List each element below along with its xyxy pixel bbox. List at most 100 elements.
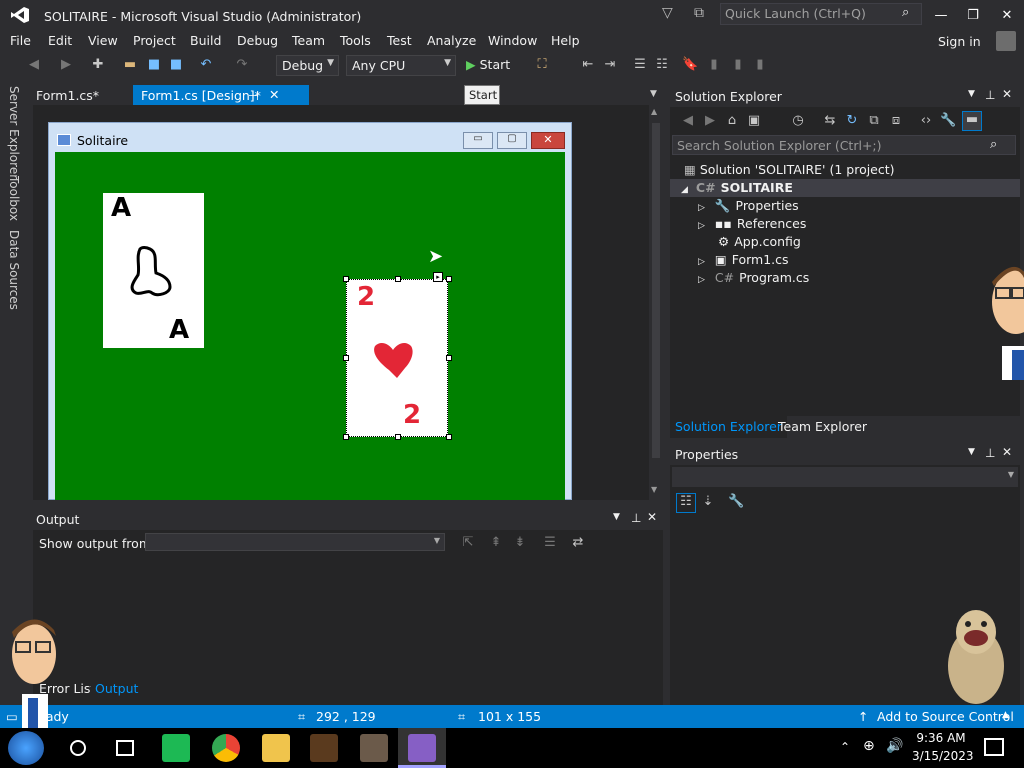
start-menu-icon[interactable] [8, 731, 44, 765]
menu-team[interactable]: Team [292, 33, 325, 48]
tab-form1-design[interactable]: Form1.cs [Design]* ⊣ ✕ [133, 85, 309, 105]
step-over-icon[interactable]: ⇥ [602, 57, 618, 73]
step-into-icon[interactable]: ⇤ [580, 57, 596, 73]
volume-icon[interactable]: 🔊 [886, 738, 903, 754]
quick-launch-input[interactable]: Quick Launch (Ctrl+Q) [720, 3, 922, 25]
taskbar-date[interactable]: 3/15/2023 [912, 749, 974, 763]
menu-tools[interactable]: Tools [340, 33, 371, 48]
notifications-icon[interactable] [984, 738, 1004, 756]
form-maximize-button[interactable]: ▢ [497, 132, 527, 149]
add-to-source-control-button[interactable]: Add to Source Control [877, 709, 1014, 724]
resize-handle-se[interactable] [446, 434, 452, 440]
menu-test[interactable]: Test [387, 33, 412, 48]
scroll-down-icon[interactable]: ▼ [651, 485, 657, 494]
uncomment-icon[interactable]: ☷ [654, 57, 670, 73]
tree-item-references[interactable]: ▷ ▪▪ References [698, 216, 806, 231]
form-minimize-button[interactable]: ▭ [463, 132, 493, 149]
scrollbar-thumb[interactable] [652, 123, 660, 458]
menu-project[interactable]: Project [133, 33, 176, 48]
menu-view[interactable]: View [88, 33, 118, 48]
comment-icon[interactable]: ☰ [632, 57, 648, 73]
home-icon[interactable]: ⌂ [724, 113, 740, 129]
back-icon[interactable]: ◀ [26, 57, 42, 73]
forward-icon[interactable]: ▶ [58, 57, 74, 73]
preview-selected-icon[interactable]: ▬ [962, 111, 982, 131]
pending-changes-icon[interactable]: ◷ [790, 113, 806, 129]
menu-build[interactable]: Build [190, 33, 221, 48]
props-dropdown-icon[interactable]: ▼ [968, 447, 975, 457]
start-debugging-button[interactable]: ▶ Start [462, 55, 520, 76]
resize-handle-w[interactable] [343, 355, 349, 361]
menu-debug[interactable]: Debug [237, 33, 278, 48]
menu-analyze[interactable]: Analyze [427, 33, 476, 48]
next-bookmark-icon[interactable]: ▮ [730, 57, 746, 73]
file-explorer-icon[interactable] [262, 734, 290, 762]
tree-item-app-config[interactable]: ⚙ App.config [718, 234, 801, 249]
resize-handle-s[interactable] [395, 434, 401, 440]
pin-icon[interactable]: ⊣ [248, 88, 259, 103]
resize-handle-sw[interactable] [343, 434, 349, 440]
menu-file[interactable]: File [10, 33, 31, 48]
object-selector[interactable]: ▼ [672, 467, 1018, 487]
tray-overflow-icon[interactable]: ⌃ [840, 740, 850, 754]
sync-icon[interactable]: ⇆ [822, 113, 838, 129]
redo-icon[interactable]: ↷ [234, 57, 250, 73]
visual-studio-taskbar-button[interactable] [398, 728, 446, 768]
tree-item-form1[interactable]: ▷ ▣ Form1.cs [698, 252, 789, 267]
solution-explorer-search[interactable]: Search Solution Explorer (Ctrl+;) [672, 135, 1016, 155]
game-app-icon[interactable] [310, 734, 338, 762]
media-app-icon[interactable] [360, 734, 388, 762]
resize-handle-e[interactable] [446, 355, 452, 361]
tab-output[interactable]: Output [91, 679, 143, 699]
tree-item-properties[interactable]: ▷ 🔧 Properties [698, 198, 799, 214]
minimize-button[interactable]: — [926, 4, 956, 26]
smart-tag-icon[interactable]: ▸ [433, 272, 443, 282]
tab-overflow-icon[interactable]: ▼ [650, 89, 657, 99]
search-icon[interactable]: ⌕ [902, 5, 909, 20]
resize-handle-n[interactable] [395, 276, 401, 282]
se-forward-icon[interactable]: ▶ [702, 113, 718, 129]
designer-vertical-scrollbar[interactable]: ▲ ▼ [649, 105, 663, 500]
next-message-icon[interactable]: ⇟ [512, 535, 528, 551]
props-pin-icon[interactable]: ⊥ [985, 446, 995, 460]
prev-message-icon[interactable]: ⇞ [488, 535, 504, 551]
resize-handle-nw[interactable] [343, 276, 349, 282]
spotify-icon[interactable] [162, 734, 190, 762]
properties-wrench-icon[interactable]: 🔧 [940, 113, 956, 129]
undo-icon[interactable]: ↶ [198, 57, 214, 73]
sign-in-link[interactable]: Sign in [938, 34, 981, 49]
account-avatar-icon[interactable] [996, 31, 1016, 51]
view-code-icon[interactable]: ‹› [918, 113, 934, 129]
output-close-icon[interactable]: ✕ [647, 510, 657, 524]
se-close-icon[interactable]: ✕ [1002, 87, 1012, 101]
configuration-dropdown[interactable]: Debug ▼ [276, 55, 339, 76]
alphabetical-icon[interactable]: ⇣ [700, 494, 716, 510]
chrome-icon[interactable] [212, 734, 240, 762]
menu-edit[interactable]: Edit [48, 33, 72, 48]
expand-arrow-icon[interactable]: ◢ [681, 185, 688, 195]
toolbox-tab[interactable]: Toolbox [7, 176, 21, 221]
notification-icon[interactable]: ⧉ [694, 5, 704, 21]
close-button[interactable]: ✕ [992, 4, 1022, 26]
word-wrap-icon[interactable]: ⇄ [570, 535, 586, 551]
browser-link-icon[interactable]: ⛶ [534, 57, 550, 73]
tab-form1-cs[interactable]: Form1.cs* [28, 85, 128, 105]
source-control-arrow-icon[interactable]: ▲ [1002, 710, 1009, 720]
data-sources-tab[interactable]: Data Sources [7, 230, 21, 310]
output-source-select[interactable]: ▼ [145, 533, 445, 551]
maximize-button[interactable]: ❐ [958, 4, 988, 26]
feedback-filter-icon[interactable]: ▽ [662, 5, 673, 21]
scroll-up-icon[interactable]: ▲ [651, 107, 657, 116]
search-circle-icon[interactable] [70, 740, 86, 756]
se-dropdown-icon[interactable]: ▼ [968, 89, 975, 99]
tab-solution-explorer[interactable]: Solution Explorer [670, 416, 787, 438]
show-all-files-icon[interactable]: ⧈ [888, 113, 904, 129]
open-folder-icon[interactable]: ▬ [122, 57, 138, 73]
close-tab-icon[interactable]: ✕ [269, 87, 279, 102]
se-search-icon[interactable]: ⌕ [990, 137, 997, 152]
collapse-all-icon[interactable]: ⧉ [866, 113, 882, 129]
categorized-icon[interactable]: ☷ [676, 493, 696, 513]
se-back-icon[interactable]: ◀ [680, 113, 696, 129]
form-close-button[interactable]: ✕ [531, 132, 565, 149]
platform-dropdown[interactable]: Any CPU ▼ [346, 55, 456, 76]
